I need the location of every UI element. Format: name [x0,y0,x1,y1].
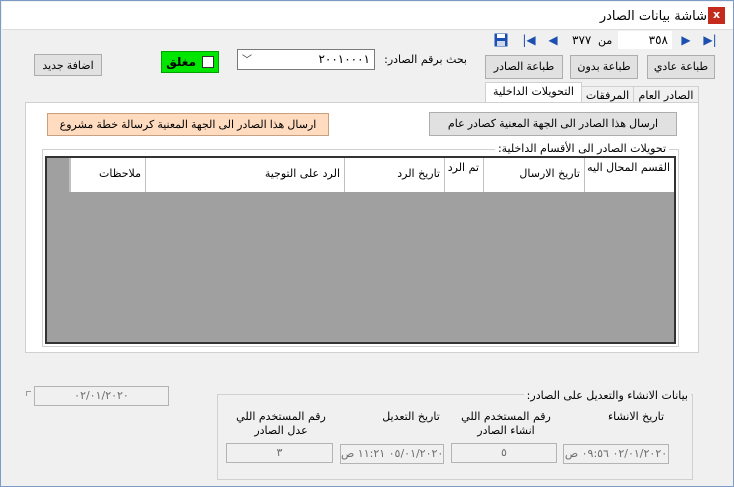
chevron-down-icon[interactable]: ﹀ [242,51,252,66]
of-label: من [598,34,613,47]
first-record-icon[interactable]: |◀ [522,33,536,47]
col-notes[interactable]: ملاحظات [70,158,145,192]
closed-checkbox-area[interactable]: مغلق [161,51,219,73]
creator-label: رقم المستخدم اللي انشاء الصادر [461,410,551,437]
outgoing-data-window: شاشة بيانات الصادر x ▶| ▶ ٣٥٨ من ٣٧٧ ◀ |… [0,0,734,487]
next-record-icon[interactable]: ▶ [679,33,693,47]
created-date-field: ٠٢/٠١/٢٠٢٠ ٠٩:٥٦ ص [563,444,669,464]
search-label: بحث برقم الصادر: [384,53,467,66]
modifier-label: رقم المستخدم اللي عدل الصادر [236,410,326,437]
title-bar: شاشة بيانات الصادر x [2,2,733,30]
close-icon[interactable]: x [708,7,725,24]
creator-field: ٥ [451,443,557,463]
modified-date-field: ٠٥/٠١/٢٠٢٠ ١١:٢١ ص [340,444,444,464]
modified-date-label: تاريخ التعديل [382,410,440,423]
divider [26,391,31,396]
col-department[interactable]: القسم المحال اليه [584,158,674,192]
tab-internal-transfers[interactable]: التحويلات الداخلية [485,82,582,103]
col-send-date[interactable]: تاريخ الارسال [483,158,584,192]
current-record-field[interactable]: ٣٥٨ [618,31,672,49]
previous-record-icon[interactable]: ◀ [546,33,560,47]
save-icon[interactable] [494,33,508,47]
col-reply-date[interactable]: تاريخ الرد [344,158,444,192]
col-replied[interactable]: تم الرد [444,158,483,192]
window-title: شاشة بيانات الصادر [599,9,707,24]
transfers-group-title: تحويلات الصادر الى الأقسام الداخلية: [494,142,669,155]
send-as-project-plan-button[interactable]: ارسال هذا الصادر الى الجهة المعنية كرسال… [47,113,329,136]
add-new-button[interactable]: اضافة جديد [34,54,102,76]
left-date-field: ٠٢/٠١/٢٠٢٠ [34,386,169,406]
grid-header: القسم المحال اليه تاريخ الارسال تم الرد … [70,158,674,192]
print-normal-button[interactable]: طباعة عادي [647,55,715,79]
search-outgoing-combobox[interactable]: ٢٠٠١٠٠٠١ ﹀ [237,49,375,70]
last-record-icon[interactable]: ▶| [703,33,717,47]
grid-row-header [47,158,70,192]
col-reply-to-directive[interactable]: الرد على التوجية [145,158,344,192]
audit-group-title: بيانات الانشاء والتعديل على الصادر: [523,389,691,402]
send-as-general-button[interactable]: ارسال هذا الصادر الى الجهة المعنية كصادر… [429,112,677,136]
closed-checkbox[interactable] [202,56,214,68]
modifier-field: ٣ [226,443,333,463]
search-value: ٢٠٠١٠٠٠١ [318,52,370,66]
closed-label: مغلق [166,55,196,69]
print-outgoing-button[interactable]: طباعة الصادر [485,55,563,79]
print-without-button[interactable]: طباعة بدون [570,55,638,79]
transfers-grid[interactable]: القسم المحال اليه تاريخ الارسال تم الرد … [45,156,676,344]
total-records: ٣٧٧ [572,33,592,47]
created-date-label: تاريخ الانشاء [607,410,665,423]
